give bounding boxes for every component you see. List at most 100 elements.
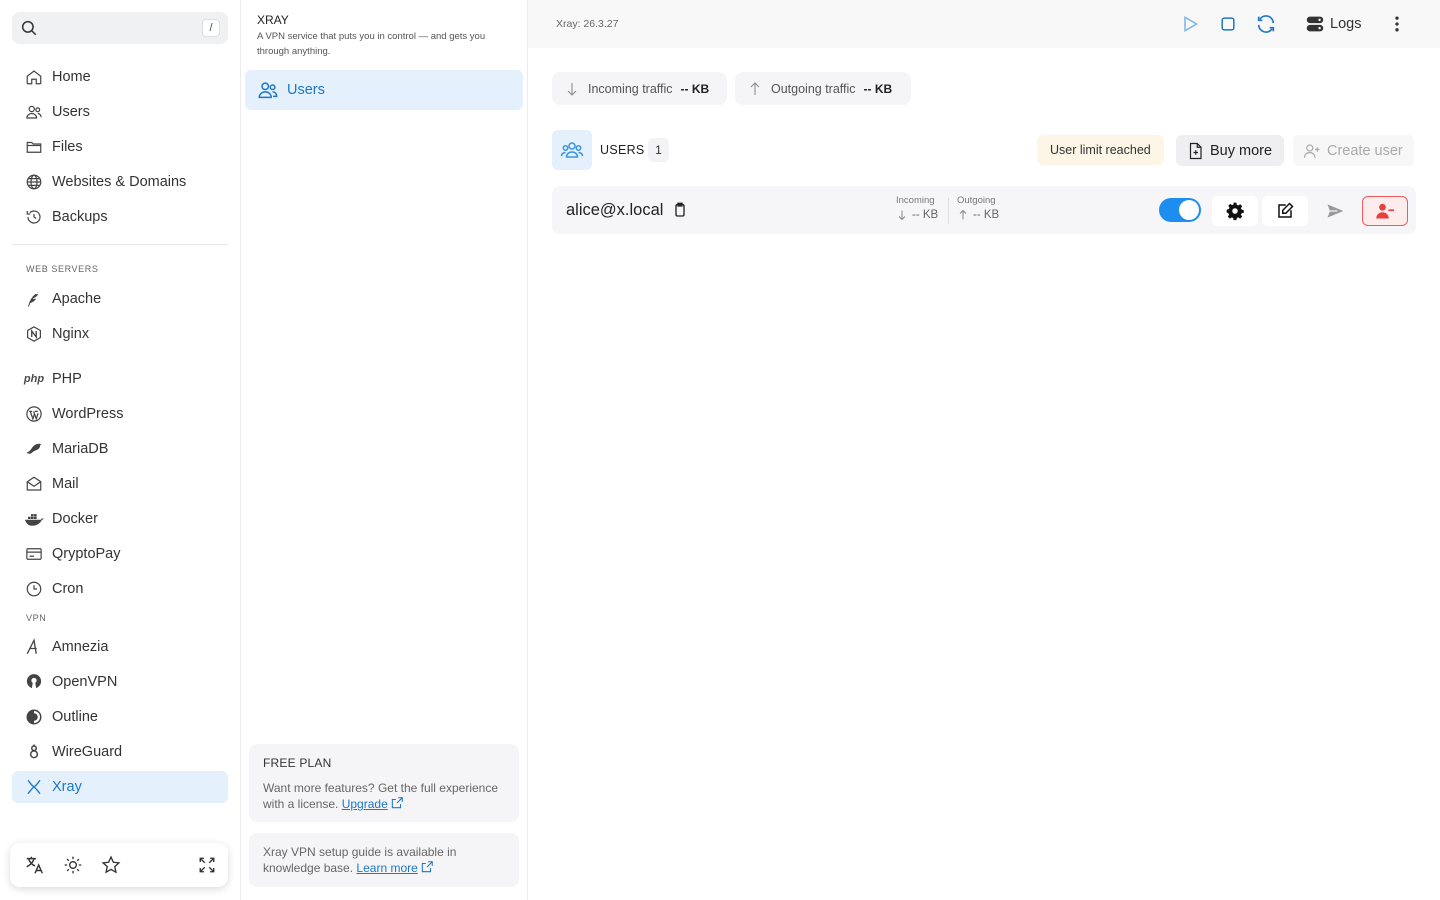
users-title: USERS	[600, 143, 645, 157]
home-icon	[24, 67, 44, 87]
sidebar-item-cron[interactable]: Cron	[12, 573, 228, 605]
panel-title: XRAY	[257, 13, 289, 27]
external-link-icon	[390, 796, 404, 810]
panel-description: A VPN service that puts you in control —…	[257, 31, 486, 57]
docker-icon	[24, 509, 44, 529]
sidebar-item-label: Docker	[52, 511, 98, 527]
sidebar-item-label: Files	[52, 139, 83, 155]
stop-icon	[1218, 14, 1238, 34]
sidebar-item-docker[interactable]: Docker	[12, 503, 228, 535]
sidebar-item-label: Xray	[52, 779, 82, 795]
user-enabled-toggle[interactable]	[1159, 198, 1201, 222]
stop-button[interactable]	[1218, 12, 1238, 36]
sidebar-item-users[interactable]: Users	[12, 96, 228, 128]
sidebar-item-home[interactable]: Home	[12, 61, 228, 93]
fullscreen-button[interactable]	[188, 846, 226, 884]
user-plus-icon	[1303, 142, 1321, 160]
sidebar-item-label: Mail	[52, 476, 79, 492]
sidebar-item-wordpress[interactable]: WordPress	[12, 398, 228, 430]
sidebar-item-websites[interactable]: Websites & Domains	[12, 166, 228, 198]
arrow-up-icon	[957, 209, 969, 221]
users-icon	[24, 102, 44, 122]
divider	[12, 244, 228, 245]
gear-icon	[1225, 201, 1245, 221]
send-icon	[1325, 201, 1345, 221]
users-icon	[257, 79, 279, 101]
nginx-icon	[24, 324, 44, 344]
sidebar-item-qryptopay[interactable]: QryptoPay	[12, 538, 228, 570]
sidebar-item-files[interactable]: Files	[12, 131, 228, 163]
search-input[interactable]: /	[12, 12, 228, 44]
folder-icon	[24, 137, 44, 157]
sidebar-item-label: OpenVPN	[52, 674, 118, 690]
amnezia-icon	[24, 637, 44, 657]
incoming-traffic: Incoming traffic -- KB	[552, 72, 727, 105]
globe-icon	[24, 172, 44, 192]
top-bar: Xray: 26.3.27 Logs	[528, 0, 1440, 48]
more-button[interactable]	[1387, 12, 1407, 36]
sidebar-item-xray[interactable]: Xray	[12, 771, 228, 803]
logs-label: Logs	[1330, 16, 1362, 32]
sidebar-item-mail[interactable]: Mail	[12, 468, 228, 500]
sidebar-item-backups[interactable]: Backups	[12, 201, 228, 233]
sidebar-item-amnezia[interactable]: Amnezia	[12, 631, 228, 663]
theme-button[interactable]	[54, 846, 92, 884]
panel-item-users[interactable]: Users	[245, 70, 523, 110]
sidebar-item-wireguard[interactable]: WireGuard	[12, 736, 228, 768]
start-button[interactable]	[1180, 12, 1200, 36]
guide-card: Xray VPN setup guide is available in kno…	[249, 833, 519, 887]
divider	[948, 198, 949, 224]
arrow-up-icon	[747, 81, 763, 97]
user-email: alice@x.local	[566, 201, 664, 219]
plan-text: Want more features? Get the full experie…	[263, 781, 499, 811]
sidebar: / Home Users Files Websites & Domains Ba…	[0, 0, 241, 900]
sidebar-item-openvpn[interactable]: OpenVPN	[12, 666, 228, 698]
buy-more-button[interactable]: Buy more	[1176, 135, 1284, 166]
sidebar-item-apache[interactable]: Apache	[12, 283, 228, 315]
copy-icon[interactable]	[672, 202, 688, 218]
users-count-badge: 1	[648, 138, 669, 162]
wireguard-icon	[24, 742, 44, 762]
history-icon	[24, 207, 44, 227]
play-icon	[1180, 14, 1200, 34]
language-button[interactable]	[16, 846, 54, 884]
user-settings-button[interactable]	[1212, 196, 1258, 226]
search-shortcut: /	[202, 19, 220, 37]
sidebar-item-outline[interactable]: Outline	[12, 701, 228, 733]
feather-icon	[24, 289, 44, 309]
user-edit-button[interactable]	[1262, 196, 1308, 226]
create-user-button[interactable]: Create user	[1293, 135, 1414, 166]
external-link-icon	[420, 860, 434, 874]
logs-button[interactable]: Logs	[1304, 12, 1361, 36]
xray-icon	[24, 777, 44, 797]
sidebar-item-label: Websites & Domains	[52, 174, 187, 190]
sidebar-item-php[interactable]: php PHP	[12, 363, 228, 395]
buy-more-label: Buy more	[1210, 142, 1273, 159]
sidebar-item-label: Home	[52, 69, 91, 85]
upgrade-link[interactable]: Upgrade	[342, 797, 404, 811]
user-delete-button[interactable]	[1362, 196, 1408, 226]
php-icon: php	[23, 373, 45, 385]
outgoing-traffic-value: -- KB	[863, 81, 893, 96]
wordpress-icon	[24, 404, 44, 424]
user-outgoing: Outgoing -- KB	[957, 195, 999, 221]
restart-button[interactable]	[1255, 12, 1277, 36]
clock-icon	[24, 579, 44, 599]
arrow-down-icon	[896, 209, 908, 221]
user-send-button[interactable]	[1312, 196, 1358, 226]
expand-icon	[198, 856, 216, 874]
users-section-icon	[552, 130, 592, 170]
user-minus-icon	[1375, 201, 1395, 221]
sidebar-item-nginx[interactable]: Nginx	[12, 318, 228, 350]
outgoing-traffic: Outgoing traffic -- KB	[735, 72, 911, 105]
arrow-down-icon	[564, 81, 580, 97]
user-row: alice@x.local Incoming -- KB Outgoing --…	[552, 186, 1416, 234]
favorites-button[interactable]	[92, 846, 130, 884]
sidebar-item-mariadb[interactable]: MariaDB	[12, 433, 228, 465]
outgoing-traffic-label: Outgoing traffic	[771, 81, 856, 96]
sidebar-item-label: Cron	[52, 581, 84, 597]
learn-more-link[interactable]: Learn more	[356, 861, 433, 875]
seal-icon	[24, 439, 44, 459]
create-user-label: Create user	[1327, 142, 1403, 159]
sidebar-item-label: QryptoPay	[52, 546, 121, 562]
